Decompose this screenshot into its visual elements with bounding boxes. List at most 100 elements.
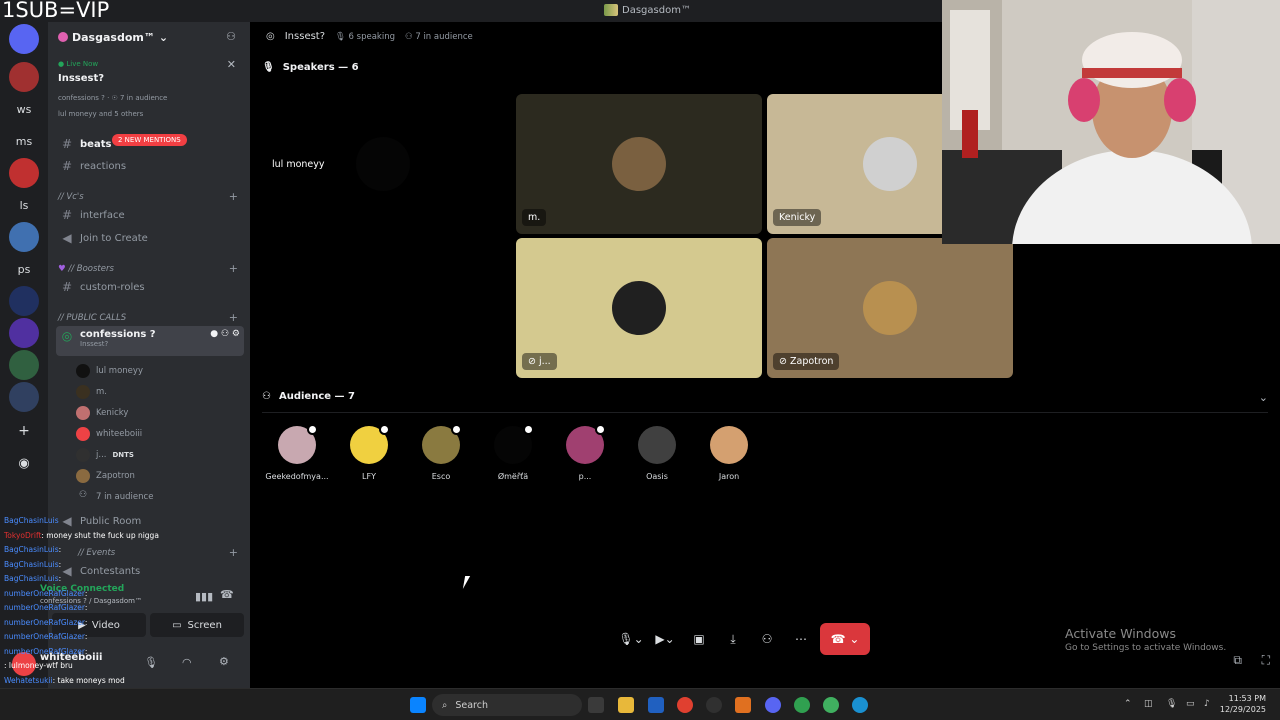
microphone-icon[interactable]: 🎙 [144, 656, 158, 669]
audience-member[interactable]: LFY [334, 424, 404, 481]
app-icon[interactable] [735, 697, 751, 713]
obs-icon[interactable] [706, 697, 722, 713]
channel-interface[interactable]: # interface [56, 205, 244, 225]
edge-icon[interactable] [852, 697, 868, 713]
discord-icon[interactable] [765, 697, 781, 713]
windows-start-icon[interactable] [410, 697, 426, 713]
compass-icon[interactable]: ◉ [9, 448, 39, 478]
add-server-icon[interactable]: + [9, 416, 39, 446]
server-icon[interactable]: ws [9, 94, 39, 124]
server-icon[interactable]: ps [9, 254, 39, 284]
speaker-tile[interactable]: m. [516, 94, 762, 234]
audience-member[interactable]: p... [550, 424, 620, 481]
audience-member[interactable]: Ømëřťä [478, 424, 548, 481]
fullscreen-icon[interactable]: ⛶ [1262, 653, 1270, 668]
screen-share-icon[interactable]: ▣ [684, 624, 714, 654]
file-explorer-icon[interactable] [618, 697, 634, 713]
window-title-text: Dasgasdom™ [622, 4, 691, 16]
audience-member[interactable]: Jaron [694, 426, 764, 481]
invite-icon[interactable]: ⚇ [752, 624, 782, 654]
tray-mic-icon[interactable]: 🎙 [1166, 699, 1177, 709]
voice-user[interactable]: Kenicky [76, 405, 128, 421]
server-icon[interactable] [9, 158, 39, 188]
chat-username: numberOneRafGlazer [4, 632, 85, 641]
speaker-tile[interactable]: lul moneyy [260, 94, 506, 234]
server-icon[interactable] [9, 350, 39, 380]
category-vcs[interactable]: // Vc's + [58, 190, 244, 203]
audience-name: Jaron [718, 472, 740, 481]
voice-user[interactable]: m. [76, 384, 107, 400]
move-to-audience-icon[interactable]: ⤓ [718, 624, 748, 654]
taskbar-search[interactable]: ⌕ Search [432, 694, 582, 716]
voice-user[interactable]: Zapotron [76, 468, 135, 484]
tray-chevron-icon[interactable]: ⌃ [1124, 699, 1132, 709]
server-icon[interactable] [9, 382, 39, 412]
channel-join-to-create[interactable]: ◀ Join to Create [56, 228, 244, 248]
taskbar-clock[interactable]: 11:53 PM 12/29/2025 [1220, 693, 1266, 715]
server-icon[interactable] [9, 286, 39, 316]
voice-user-name: whiteeboiii [96, 429, 143, 439]
settings-gear-icon[interactable]: ⚙ [219, 655, 229, 668]
tray-display-icon[interactable]: ▭ [1186, 699, 1195, 709]
server-icon[interactable]: ls [9, 190, 39, 220]
noise-suppression-icon[interactable]: ▮▮▮ [195, 590, 213, 603]
headphones-icon[interactable]: ◠ [182, 656, 192, 669]
tray-network-icon[interactable]: ◫ [1144, 699, 1153, 709]
leave-stage-button[interactable]: ☎ ⌄ [820, 623, 870, 655]
chat-text: : [84, 632, 88, 641]
voice-user[interactable]: whiteeboiii [76, 426, 142, 442]
channel-action-icons[interactable]: ● ⚇ ⚙ [210, 329, 240, 339]
audience-member[interactable]: Geekedofmya... [262, 424, 332, 481]
new-mentions-badge[interactable]: 2 NEW MENTIONS [112, 134, 187, 146]
server-icon[interactable] [9, 318, 39, 348]
store-icon[interactable] [648, 697, 664, 713]
microphone-toggle-icon[interactable]: 🎙⌄ [616, 624, 646, 654]
audience-name: p... [578, 472, 592, 481]
server-icon[interactable] [9, 222, 39, 252]
chat-text: : [84, 588, 88, 598]
disconnect-icon[interactable]: ☎ [220, 588, 234, 601]
server-icon[interactable] [9, 62, 39, 92]
audience-member[interactable]: Oasis [622, 426, 692, 481]
search-placeholder: Search [455, 699, 488, 711]
chat-message: numberOneRafGlazer: [4, 618, 87, 627]
activation-line-1: Activate Windows [1065, 626, 1176, 641]
speaker-tile[interactable]: ⊘ Zapotron [767, 238, 1013, 378]
task-view-icon[interactable] [588, 697, 604, 713]
chrome-icon[interactable] [677, 697, 693, 713]
server-icon[interactable]: ms [9, 126, 39, 156]
chevron-down-icon[interactable]: ⌄ [1259, 391, 1268, 404]
category-events[interactable]: // Events + [78, 546, 244, 559]
audience-member[interactable]: Esco [406, 424, 476, 481]
category-boosters[interactable]: ♥ // Boosters + [58, 262, 244, 275]
tray-volume-icon[interactable]: ♪ [1204, 699, 1210, 709]
chrome-profile-icon[interactable] [794, 697, 810, 713]
category-public-calls[interactable]: // PUBLIC CALLS + [58, 311, 244, 324]
server-header[interactable]: Dasgasdom™ ⌄ ⚇ [48, 22, 250, 52]
status-indicator-icon [451, 424, 462, 435]
server-icon[interactable] [9, 24, 39, 54]
screen-share-button[interactable]: ▭ Screen [150, 613, 244, 637]
channel-public-room[interactable]: ◀ Public Room [56, 511, 244, 531]
audience-name: Oasis [646, 472, 668, 481]
speaker-tile[interactable]: ⊘ j... [516, 238, 762, 378]
add-channel-icon[interactable]: + [229, 262, 238, 275]
channel-reactions[interactable]: # reactions [56, 156, 244, 176]
voice-user[interactable]: lul moneyy [76, 363, 143, 379]
camera-off-icon[interactable]: ▶⌄ [650, 624, 680, 654]
popout-icon[interactable]: ⧉ [1233, 653, 1242, 668]
voice-user[interactable]: j... DNTS [76, 447, 134, 463]
more-options-icon[interactable]: ⋯ [786, 624, 816, 654]
voice-user[interactable]: ⚇ 7 in audience [76, 489, 153, 505]
add-channel-icon[interactable]: + [229, 190, 238, 203]
windows-activation-watermark: Activate Windows Go to Settings to activ… [1065, 626, 1226, 653]
invite-people-icon[interactable]: ⚇ [226, 30, 236, 43]
chrome-profile-icon[interactable] [823, 697, 839, 713]
channel-contestants[interactable]: ◀ Contestants [56, 561, 244, 581]
add-channel-icon[interactable]: + [229, 546, 238, 559]
channel-confessions[interactable]: ◎ confessions ? Inssest? ● ⚇ ⚙ [56, 326, 244, 356]
close-icon[interactable]: ✕ [227, 58, 236, 71]
channel-custom-roles[interactable]: # custom-roles [56, 277, 244, 297]
live-stage-card[interactable]: ● Live Now Inssest? confessions ? · ☉ 7 … [52, 54, 246, 124]
add-channel-icon[interactable]: + [229, 311, 238, 324]
